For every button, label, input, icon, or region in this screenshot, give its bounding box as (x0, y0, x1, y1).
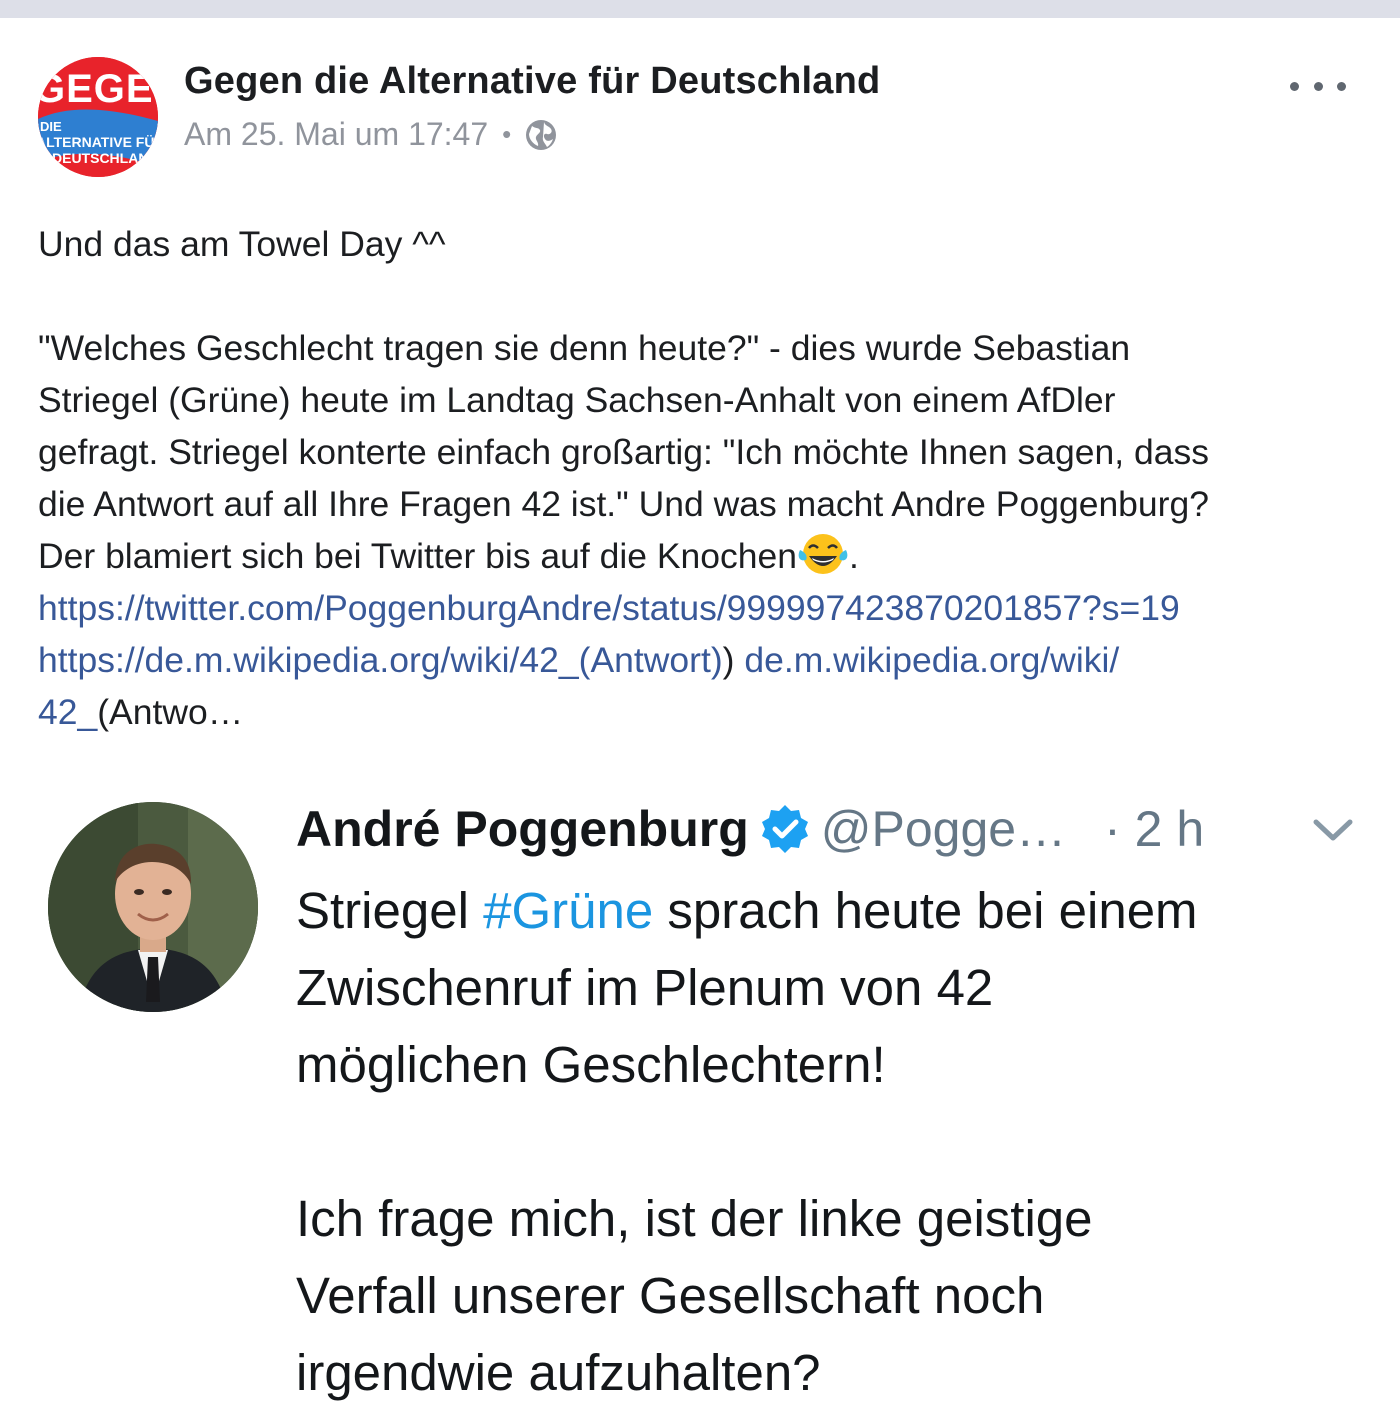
svg-text:GEGEN: GEGEN (38, 67, 158, 111)
more-options-icon[interactable] (1290, 76, 1346, 96)
wikipedia-link[interactable]: https://de.m.wikipedia.org/wiki/42_(Antw… (38, 640, 723, 680)
meta-separator: • (502, 119, 512, 149)
tweet-text-line: Verfall unserer Gesellschaft noch (296, 1267, 1045, 1324)
tweet-text-line: möglichen Geschlechtern! (296, 1036, 886, 1093)
tweet-text-line: irgendwie aufzuhalten? (296, 1344, 821, 1401)
post-link-line: https://de.m.wikipedia.org/wiki/42_(Antw… (38, 640, 1120, 680)
post-link-twitter: https://twitter.com/PoggenburgAndre/stat… (38, 582, 1378, 634)
globe-icon[interactable] (523, 117, 559, 153)
post-header: GEGEN DIE ALTERNATIVE FÜR DEUTSCHLAND Ge… (0, 18, 1400, 188)
truncated-text: (Antwo… (97, 692, 244, 732)
post-text-line: Der blamiert sich bei Twitter bis auf di… (38, 530, 1378, 582)
tweet-text: Striegel #Grüne sprach heute bei einem Z… (296, 872, 1386, 1411)
svg-text:DEUTSCHLAND: DEUTSCHLAND (52, 150, 158, 166)
tweet-handle[interactable]: @Pogge… (821, 800, 1066, 858)
post-body: Und das am Towel Day ^^ "Welches Geschle… (38, 218, 1378, 738)
tweet-author-name[interactable]: André Poggenburg (296, 800, 749, 858)
top-strip (0, 0, 1400, 18)
post-text-line: Und das am Towel Day ^^ (38, 224, 446, 264)
twitter-status-link[interactable]: https://twitter.com/PoggenburgAndre/stat… (38, 588, 1180, 628)
tweet-time: · 2 h (1104, 801, 1205, 857)
page-logo: GEGEN DIE ALTERNATIVE FÜR DEUTSCHLAND (38, 57, 158, 177)
post-text-line: "Welches Geschlecht tragen sie denn heut… (38, 328, 1131, 368)
wikipedia-preview-link-cont[interactable]: 42_ (38, 692, 97, 732)
hashtag-link[interactable]: #Grüne (483, 882, 653, 939)
tweet-text-line: Zwischenruf im Plenum von 42 (296, 959, 994, 1016)
post-meta: Am 25. Mai um 17:47 • (184, 116, 559, 153)
tweet-text-line: Striegel #Grüne sprach heute bei einem (296, 882, 1198, 939)
tweet-avatar (48, 802, 258, 1012)
post-link-line: 42_(Antwo… (38, 686, 1378, 738)
chevron-down-icon[interactable] (1310, 814, 1356, 844)
face-with-tears-of-joy-icon (798, 534, 848, 574)
post-timestamp[interactable]: Am 25. Mai um 17:47 (184, 116, 488, 153)
post-text-line: gefragt. Striegel konterte einfach großa… (38, 432, 1209, 472)
tweet-text-line: Ich frage mich, ist der linke geistige (296, 1190, 1093, 1247)
svg-text:ALTERNATIVE FÜR: ALTERNATIVE FÜR (38, 134, 158, 150)
embedded-tweet-screenshot[interactable]: André Poggenburg @Pogge… · 2 h Striegel … (0, 780, 1400, 1401)
wikipedia-preview-link[interactable]: de.m.wikipedia.org/wiki/ (744, 640, 1119, 680)
page-avatar[interactable]: GEGEN DIE ALTERNATIVE FÜR DEUTSCHLAND (38, 57, 158, 177)
page-name[interactable]: Gegen die Alternative für Deutschland (184, 60, 880, 103)
portrait-image (48, 802, 258, 1012)
tweet-header: André Poggenburg @Pogge… · 2 h (296, 794, 1204, 864)
svg-text:DIE: DIE (40, 119, 62, 134)
post-text-line: Striegel (Grüne) heute im Landtag Sachse… (38, 380, 1116, 420)
post-text-line: die Antwort auf all Ihre Fragen 42 ist."… (38, 484, 1209, 524)
verified-badge-icon (761, 805, 808, 853)
